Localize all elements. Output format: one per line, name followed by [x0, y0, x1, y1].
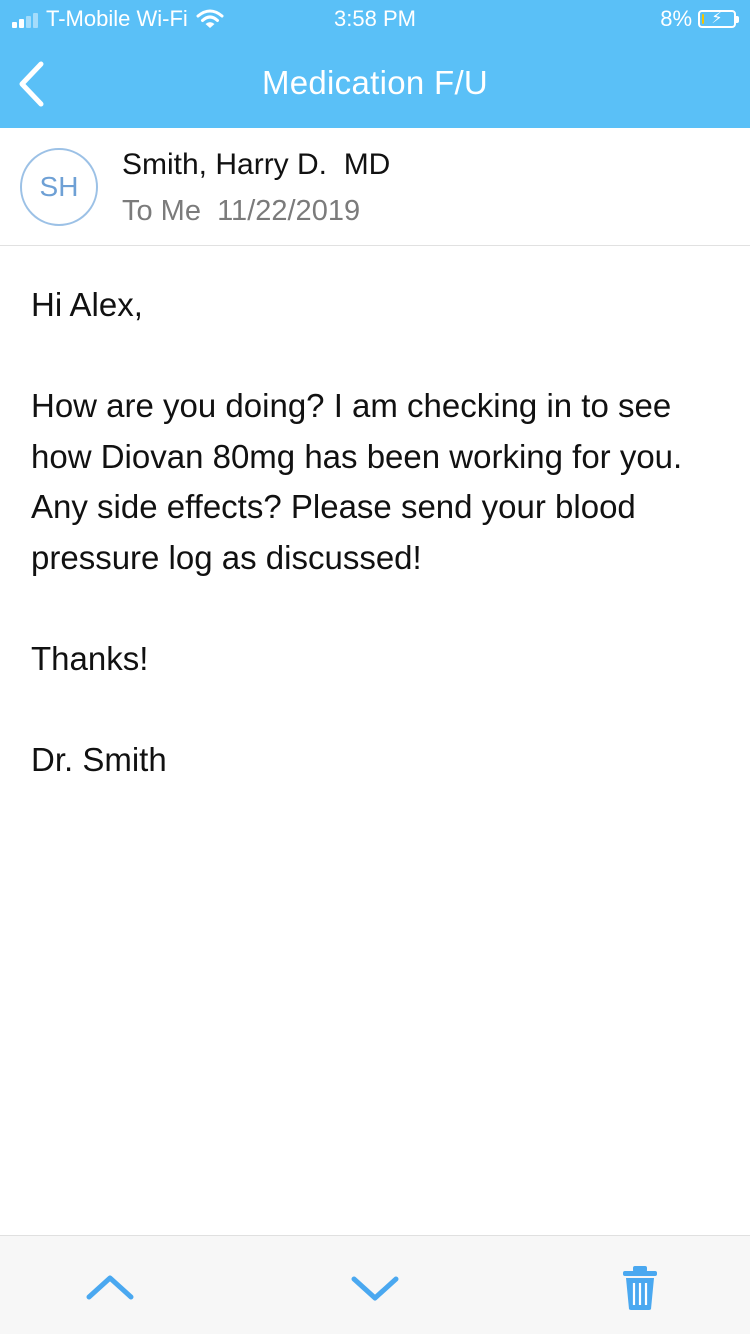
avatar: SH [20, 148, 98, 226]
charging-icon: ⚡ [711, 10, 723, 27]
message-signature: Dr. Smith [31, 740, 167, 778]
previous-message-button[interactable] [85, 1263, 135, 1313]
message-body: Hi Alex, How are you doing? I am checkin… [31, 280, 721, 785]
status-right: 8% ⚡ [660, 6, 739, 32]
page-title: Medication F/U [261, 64, 489, 101]
delete-message-button[interactable] [615, 1263, 665, 1313]
message-paragraph: Any side effects? Please send your blood… [31, 488, 636, 576]
message-thanks: Thanks! [31, 639, 149, 677]
message-recipient-date: To Me 11/22/2019 [122, 195, 361, 227]
chevron-up-icon [86, 1275, 134, 1300]
sender-name: Smith, Harry D. MD [122, 148, 391, 181]
message-greeting: Hi Alex, [31, 286, 143, 323]
header: T-Mobile Wi-Fi 3:58 PM 8% ⚡ Medication F… [0, 0, 750, 128]
status-bar: T-Mobile Wi-Fi 3:58 PM 8% ⚡ [0, 0, 750, 40]
avatar-initials: SH [39, 171, 79, 202]
bottom-toolbar [0, 1235, 750, 1334]
battery-icon: ⚡ [698, 10, 739, 28]
next-message-button[interactable] [350, 1263, 400, 1313]
status-time: 3:58 PM [334, 6, 416, 31]
message-paragraph: How are you doing? I am checking in to s… [31, 387, 683, 475]
chevron-down-icon [351, 1276, 399, 1301]
trash-icon [623, 1266, 657, 1310]
battery-percent: 8% [660, 6, 692, 31]
message-header: SH Smith, Harry D. MD To Me 11/22/2019 [0, 128, 750, 246]
navigation-bar: Medication F/U [0, 40, 750, 128]
